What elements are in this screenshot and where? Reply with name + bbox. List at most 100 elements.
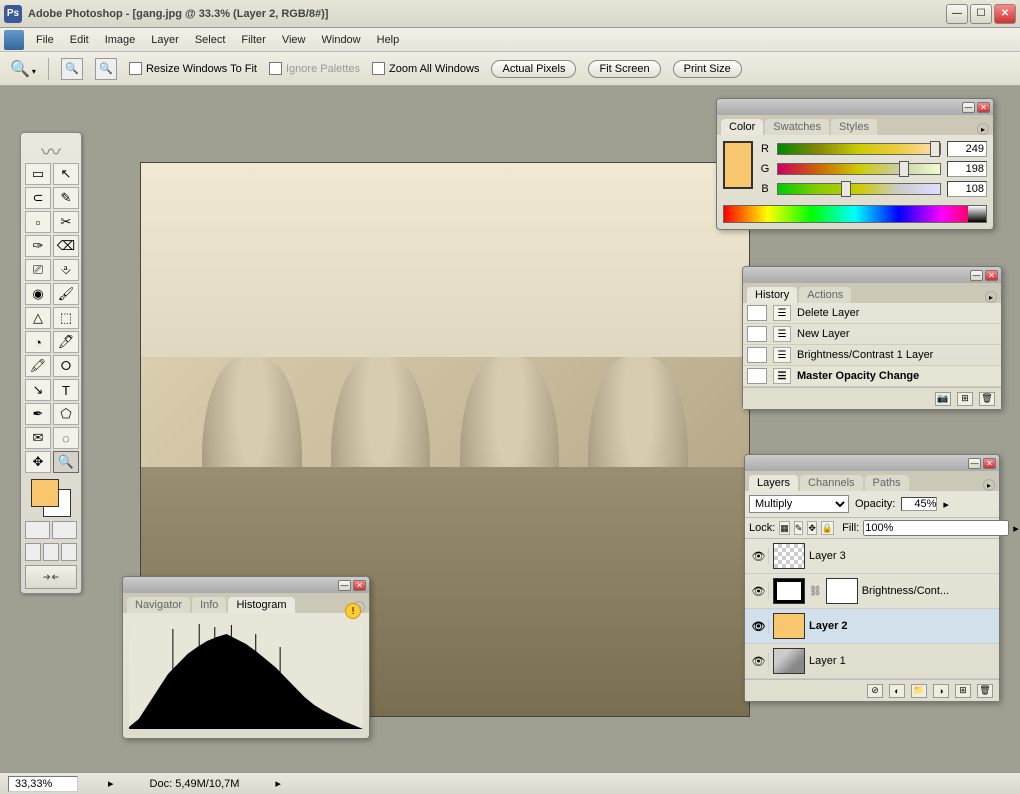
lock-transparency-icon[interactable]: ▦ [779,521,790,535]
menu-image[interactable]: Image [97,31,144,49]
tab-color[interactable]: Color [721,119,763,135]
tool-25[interactable]: 🔍 [53,451,79,473]
history-item[interactable]: ☰New Layer [743,324,1001,345]
delete-state-icon[interactable]: 🗑 [979,392,995,406]
tool-5[interactable]: ✂ [53,211,79,233]
menu-file[interactable]: File [28,31,62,49]
tool-6[interactable]: ✑ [25,235,51,257]
tab-histogram[interactable]: Histogram [228,597,294,613]
standard-mode-button[interactable] [25,521,50,539]
new-layer-icon[interactable]: ⊞ [955,684,971,698]
color-swatches[interactable] [25,479,77,517]
jump-to-imageready-button[interactable] [25,565,77,589]
tool-10[interactable]: ◉ [25,283,51,305]
quickmask-mode-button[interactable] [52,521,77,539]
tab-navigator[interactable]: Navigator [127,597,190,613]
tool-18[interactable]: ↘ [25,379,51,401]
layer-thumbnail[interactable] [773,543,805,569]
tool-14[interactable]: ◔ [25,331,51,353]
panel-close-button[interactable]: ✕ [985,270,998,281]
layer-mask-thumbnail[interactable] [826,578,858,604]
panel-close-button[interactable]: ✕ [977,102,990,113]
tool-20[interactable]: ✒ [25,403,51,425]
tab-paths[interactable]: Paths [865,475,909,491]
tool-11[interactable]: 🖌 [53,283,79,305]
cached-data-warning-icon[interactable]: ! [345,603,361,619]
status-menu-icon[interactable]: ▸ [275,777,281,790]
layer-row[interactable]: 👁 Layer 3 [745,539,999,574]
menu-edit[interactable]: Edit [62,31,97,49]
panel-menu-button[interactable]: ▸ [985,291,997,303]
zoom-in-button[interactable]: 🔍 [61,58,83,80]
tab-actions[interactable]: Actions [799,287,851,303]
actual-pixels-button[interactable]: Actual Pixels [491,60,576,78]
maximize-button[interactable]: ☐ [970,4,992,24]
tool-7[interactable]: ⌫ [53,235,79,257]
layer-name[interactable]: Brightness/Cont... [862,585,949,597]
visibility-toggle-icon[interactable]: 👁 [749,548,769,564]
green-slider[interactable] [777,163,941,175]
tool-13[interactable]: ⬚ [53,307,79,329]
visibility-toggle-icon[interactable]: 👁 [749,618,769,634]
tool-21[interactable]: ⬠ [53,403,79,425]
menu-filter[interactable]: Filter [233,31,273,49]
history-item[interactable]: ☰Brightness/Contrast 1 Layer [743,345,1001,366]
lock-all-icon[interactable]: 🔒 [821,521,834,535]
layer-name[interactable]: Layer 3 [809,550,846,562]
fill-dropdown-icon[interactable]: ▸ [1013,522,1019,535]
tab-layers[interactable]: Layers [749,475,798,491]
close-button[interactable]: ✕ [994,4,1016,24]
ps-menu-icon[interactable] [4,30,24,50]
blend-mode-select[interactable]: Multiply [749,495,849,513]
blue-value-input[interactable] [947,181,987,197]
zoom-level-field[interactable]: 33,33% [8,776,78,792]
layer-thumbnail[interactable] [773,578,805,604]
layer-row[interactable]: 👁 Layer 2 [745,609,999,644]
tool-17[interactable]: ⭘ [53,355,79,377]
menu-view[interactable]: View [274,31,314,49]
zoom-out-button[interactable]: 🔍 [95,58,117,80]
tool-12[interactable]: △ [25,307,51,329]
red-value-input[interactable] [947,141,987,157]
opacity-dropdown-icon[interactable]: ▸ [943,498,949,511]
tool-9[interactable]: ⎀ [53,259,79,281]
tool-19[interactable]: T [53,379,79,401]
tab-swatches[interactable]: Swatches [765,119,829,135]
tool-22[interactable]: ✉ [25,427,51,449]
menu-help[interactable]: Help [369,31,408,49]
tab-styles[interactable]: Styles [831,119,877,135]
panel-minimize-button[interactable]: — [970,270,983,281]
layer-row[interactable]: 👁Layer 1 [745,644,999,679]
panel-menu-button[interactable]: ▸ [983,479,995,491]
spectrum-picker[interactable] [723,205,987,223]
new-state-icon[interactable]: ⊞ [957,392,973,406]
menu-select[interactable]: Select [187,31,234,49]
zoom-all-checkbox[interactable]: Zoom All Windows [372,62,479,75]
layer-thumbnail[interactable] [773,613,805,639]
zoom-tool-icon[interactable]: 🔍▾ [10,59,36,79]
tool-4[interactable]: ▫ [25,211,51,233]
panel-menu-button[interactable]: ▸ [977,123,989,135]
layer-thumbnail[interactable] [773,648,805,674]
lock-pixels-icon[interactable]: ✎ [794,521,804,535]
status-arrow-icon[interactable]: ▸ [108,777,114,790]
panel-minimize-button[interactable]: — [338,580,351,591]
tool-2[interactable]: ⊂ [25,187,51,209]
red-slider[interactable] [777,143,941,155]
history-item[interactable]: ☰Master Opacity Change [743,366,1001,387]
layer-name[interactable]: Layer 2 [809,620,848,632]
opacity-input[interactable] [901,497,937,511]
tool-1[interactable]: ↖ [53,163,79,185]
visibility-toggle-icon[interactable]: 👁 [749,583,769,599]
tool-23[interactable]: ◌ [53,427,79,449]
delete-layer-icon[interactable]: 🗑 [977,684,993,698]
tool-3[interactable]: ✎ [53,187,79,209]
tool-0[interactable]: ▭ [25,163,51,185]
adjustment-layer-icon[interactable]: ◑ [933,684,949,698]
visibility-toggle-icon[interactable]: 👁 [749,653,769,669]
panel-close-button[interactable]: ✕ [983,458,996,469]
screen-mode-1[interactable] [25,543,41,561]
fit-screen-button[interactable]: Fit Screen [588,60,660,78]
menu-window[interactable]: Window [314,31,369,49]
fill-input[interactable] [863,520,1009,536]
